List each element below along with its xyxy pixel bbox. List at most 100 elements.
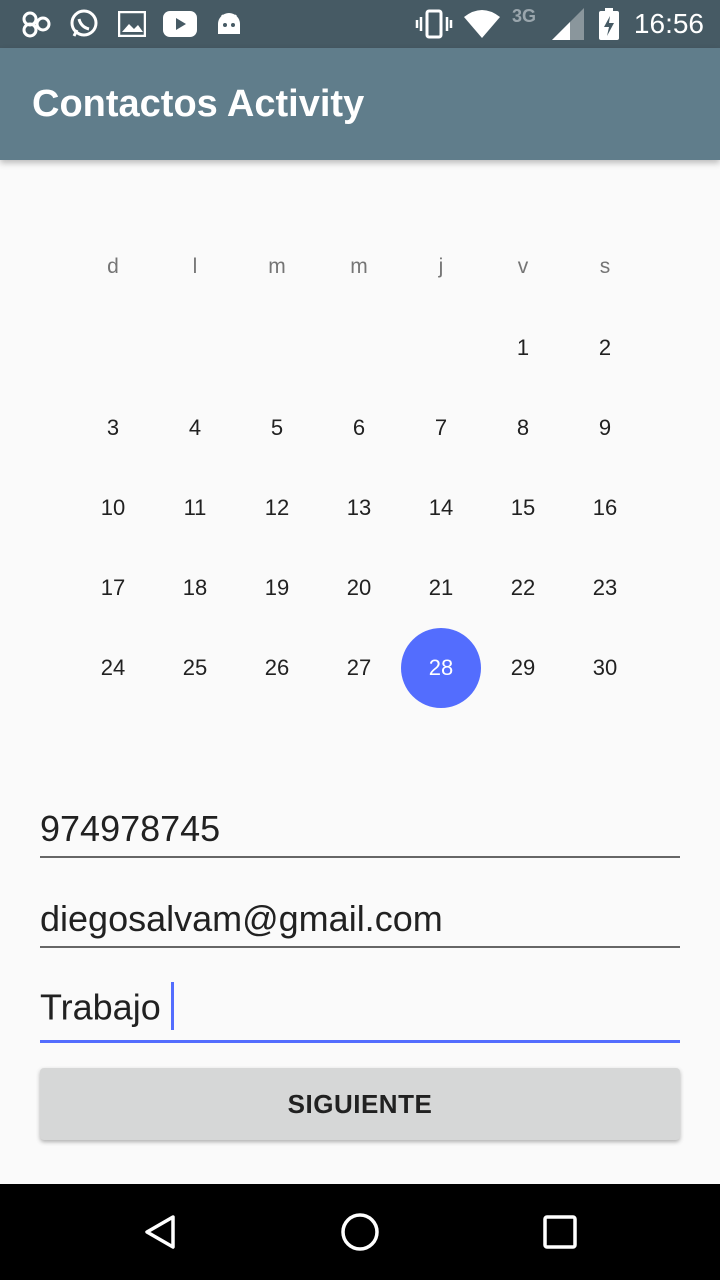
calendar-day[interactable]: 25: [154, 628, 236, 708]
calendar-day[interactable]: 16: [564, 468, 646, 548]
weekday-header: d l m m j v s: [72, 226, 646, 308]
calendar-day[interactable]: 12: [236, 468, 318, 548]
navigation-bar: [0, 1184, 720, 1280]
calendar-day[interactable]: 14: [400, 468, 482, 548]
day-number: 10: [100, 495, 126, 520]
weekday-label: m: [350, 255, 368, 278]
calendar-day[interactable]: 22: [482, 548, 564, 628]
day-number: 23: [592, 575, 618, 600]
signal-icon: [548, 8, 586, 40]
calendar-day[interactable]: 13: [318, 468, 400, 548]
day-number: 2: [598, 335, 612, 360]
day-number: 4: [188, 415, 202, 440]
day-number: 19: [264, 575, 290, 600]
day-number: 8: [516, 415, 530, 440]
calendar-day[interactable]: 29: [482, 628, 564, 708]
weekday-label: l: [192, 255, 198, 278]
weekday-label: v: [517, 255, 529, 278]
day-number: 7: [434, 415, 448, 440]
day-number: 15: [510, 495, 536, 520]
back-icon[interactable]: [112, 1184, 208, 1280]
day-number: 12: [264, 495, 290, 520]
phone-field-value: 974978745: [40, 808, 221, 849]
calendar-day[interactable]: 4: [154, 388, 236, 468]
calendar-day[interactable]: 24: [72, 628, 154, 708]
calendar-day[interactable]: 27: [318, 628, 400, 708]
clock: 16:56: [633, 8, 704, 39]
calendar-day[interactable]: 18: [154, 548, 236, 628]
calendar-day[interactable]: 23: [564, 548, 646, 628]
day-number: 30: [592, 655, 618, 680]
calendar-day[interactable]: 2: [564, 308, 646, 388]
calendar-empty-cell: [154, 308, 236, 388]
calendar-day[interactable]: 10: [72, 468, 154, 548]
gallery-icon: [116, 8, 148, 40]
day-number: 11: [183, 495, 207, 520]
calendar-view: d l m m j v s 1 2 3 4 5 6 7 8 9 10 11 12…: [72, 226, 646, 708]
whatsapp-icon: [66, 8, 102, 40]
description-field[interactable]: Trabajo: [40, 982, 680, 1043]
day-number: 9: [598, 415, 612, 440]
day-number: 6: [352, 415, 366, 440]
day-number: 22: [510, 575, 536, 600]
calendar-day[interactable]: 21: [400, 548, 482, 628]
recents-icon[interactable]: [512, 1184, 608, 1280]
weekday-label: j: [438, 255, 444, 278]
day-number: 26: [264, 655, 290, 680]
calendar-week: 17 18 19 20 21 22 23: [72, 548, 646, 628]
calendar-day[interactable]: 6: [318, 388, 400, 468]
day-number: 14: [428, 495, 454, 520]
day-number: 24: [100, 655, 126, 680]
calendar-empty-cell: [236, 308, 318, 388]
calendar-empty-cell: [400, 308, 482, 388]
day-number: 25: [182, 655, 208, 680]
battery-charging-icon: [594, 8, 624, 40]
selected-day-number: 28: [401, 628, 481, 708]
calendar-empty-cell: [318, 308, 400, 388]
calendar-day[interactable]: 30: [564, 628, 646, 708]
day-number: 20: [346, 575, 372, 600]
vibrate-icon: [414, 8, 454, 40]
app-bar: Contactos Activity: [0, 48, 720, 160]
weekday-label: d: [107, 255, 119, 278]
home-icon[interactable]: [312, 1184, 408, 1280]
description-field-value: Trabajo: [40, 986, 161, 1028]
day-number: 21: [428, 575, 454, 600]
text-cursor: [170, 982, 174, 1030]
day-number: 27: [346, 655, 372, 680]
calendar-day[interactable]: 26: [236, 628, 318, 708]
email-field[interactable]: diegosalvam@gmail.com: [40, 898, 680, 948]
wifi-icon: [462, 8, 502, 40]
email-field-value: diegosalvam@gmail.com: [40, 898, 443, 939]
calendar-day[interactable]: 3: [72, 388, 154, 468]
day-number: 3: [106, 415, 120, 440]
calendar-day[interactable]: 5: [236, 388, 318, 468]
weekday-label: m: [268, 255, 286, 278]
youtube-icon: [162, 8, 198, 40]
calendar-day[interactable]: 9: [564, 388, 646, 468]
calendar-day[interactable]: 19: [236, 548, 318, 628]
day-number: 29: [510, 655, 536, 680]
phone-field[interactable]: 974978745: [40, 808, 680, 858]
calendar-day[interactable]: 7: [400, 388, 482, 468]
calendar-day[interactable]: 17: [72, 548, 154, 628]
calendar-week: 3 4 5 6 7 8 9: [72, 388, 646, 468]
day-number: 17: [100, 575, 126, 600]
calendar-day[interactable]: 15: [482, 468, 564, 548]
calendar-empty-cell: [72, 308, 154, 388]
calendar-week: 1 2: [72, 308, 646, 388]
day-number: 5: [270, 415, 284, 440]
android-icon: [214, 8, 244, 40]
calendar-day[interactable]: 1: [482, 308, 564, 388]
status-bar: 3G 16:56: [0, 0, 720, 48]
day-number: 18: [182, 575, 208, 600]
weekday-label: s: [599, 255, 611, 278]
calendar-day[interactable]: 20: [318, 548, 400, 628]
calendar-day[interactable]: 8: [482, 388, 564, 468]
calendar-day-selected[interactable]: 28: [400, 628, 482, 708]
calendar-day[interactable]: 11: [154, 468, 236, 548]
calendar-week: 24 25 26 27 28 29 30: [72, 628, 646, 708]
next-button[interactable]: SIGUIENTE: [40, 1068, 680, 1140]
calendar-week: 10 11 12 13 14 15 16: [72, 468, 646, 548]
day-number: 1: [516, 335, 530, 360]
